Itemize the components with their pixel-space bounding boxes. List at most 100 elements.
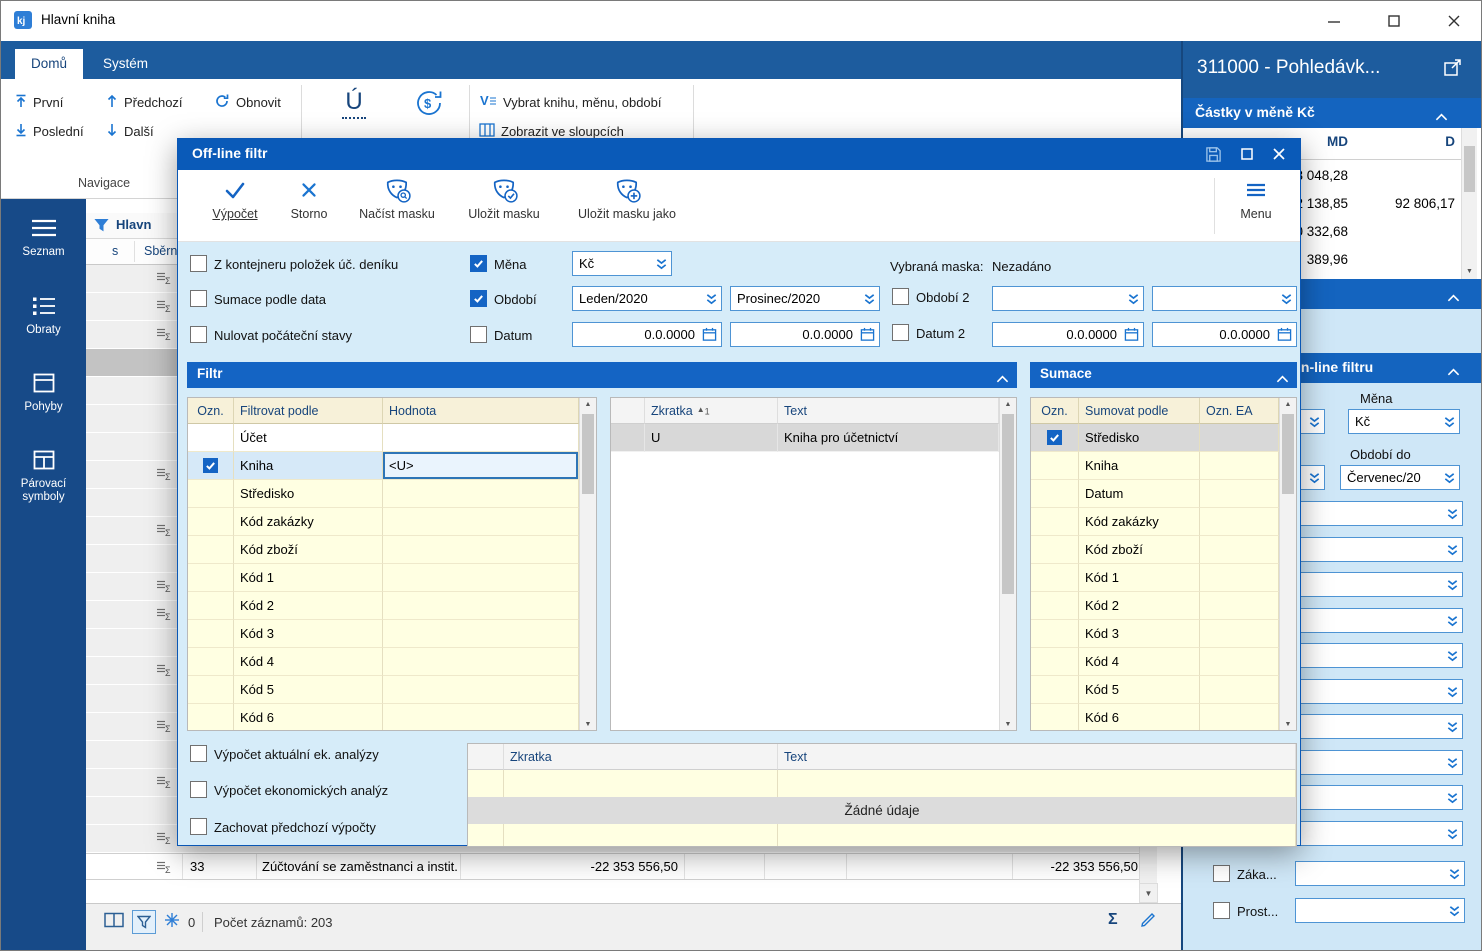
checkbox-cell[interactable]: [1031, 676, 1079, 704]
mena-combo[interactable]: Kč: [572, 251, 672, 276]
sum-row[interactable]: Kód 5: [1031, 676, 1279, 704]
close-button[interactable]: [1431, 1, 1477, 41]
value-cell[interactable]: [1200, 648, 1279, 676]
calendar-icon[interactable]: [1124, 327, 1139, 347]
label-cell[interactable]: Kód zakázky: [1079, 508, 1200, 536]
label-cell[interactable]: Kód 1: [234, 564, 383, 592]
row-checkbox[interactable]: [203, 458, 218, 473]
prostredek-checkbox[interactable]: [1213, 902, 1230, 919]
value-cell[interactable]: [383, 480, 579, 508]
datum2-to-field[interactable]: 0.0.0000: [1152, 322, 1297, 347]
sum-row[interactable]: Kniha: [1031, 452, 1279, 480]
label-cell[interactable]: Kód zboží: [234, 536, 383, 564]
table-row-33[interactable]: Σ 33 Zúčtování se zaměstnanci a instit. …: [86, 853, 1139, 880]
zakazka-checkbox[interactable]: [1213, 865, 1230, 882]
checkbox-cell[interactable]: [188, 648, 234, 676]
datum-to-field[interactable]: 0.0.0000: [730, 322, 880, 347]
close-icon[interactable]: [1268, 145, 1290, 163]
scroll-down-arrow[interactable]: ▼: [1462, 263, 1477, 279]
focused-value-cell[interactable]: <U>: [383, 452, 579, 480]
vypocet-button[interactable]: Výpočet: [198, 175, 272, 221]
checkbox-cell[interactable]: [1031, 648, 1079, 676]
datum2-from-field[interactable]: 0.0.0000: [992, 322, 1144, 347]
label-cell[interactable]: Kód 4: [234, 648, 383, 676]
filtr-row[interactable]: Účet: [188, 424, 579, 452]
scroll-down-arrow[interactable]: ▼: [580, 718, 596, 730]
label-cell[interactable]: Kód 2: [1079, 592, 1200, 620]
obdobi-do-combo[interactable]: Červenec/20: [1340, 465, 1460, 490]
value-cell[interactable]: [1200, 508, 1279, 536]
collapse-chevron-icon[interactable]: [1447, 363, 1460, 381]
minimize-button[interactable]: [1311, 1, 1357, 41]
value-cell[interactable]: [1200, 480, 1279, 508]
value-cell[interactable]: [383, 424, 579, 452]
datum2-checkbox[interactable]: [892, 324, 909, 341]
value-cell[interactable]: [1200, 564, 1279, 592]
label-cell[interactable]: Kód 3: [234, 620, 383, 648]
value-cell[interactable]: [1200, 704, 1279, 731]
sum-row[interactable]: Středisko: [1031, 424, 1279, 452]
nulovat-checkbox[interactable]: [190, 326, 207, 343]
label-cell[interactable]: Kód 1: [1079, 564, 1200, 592]
sum-row[interactable]: Kód 4: [1031, 648, 1279, 676]
sumace-table-scrollbar[interactable]: ▲ ▼: [1279, 398, 1296, 730]
freeze-icon[interactable]: [164, 912, 180, 928]
checkbox-cell[interactable]: [1031, 424, 1079, 452]
checkbox-cell[interactable]: [188, 424, 234, 452]
column-header-d[interactable]: D: [1351, 134, 1455, 149]
sumace-data-checkbox[interactable]: [190, 290, 207, 307]
checkbox-cell[interactable]: [1031, 480, 1079, 508]
value-cell[interactable]: [1200, 452, 1279, 480]
checkbox-cell[interactable]: [188, 508, 234, 536]
checkbox-cell[interactable]: [188, 704, 234, 731]
save-icon[interactable]: [1202, 145, 1224, 163]
filtr-row[interactable]: Kód zakázky: [188, 508, 579, 536]
scroll-down-arrow[interactable]: ▼: [1280, 718, 1296, 730]
checkbox-cell[interactable]: [1031, 452, 1079, 480]
value-cell[interactable]: [1200, 424, 1279, 452]
last-button[interactable]: Poslední: [15, 120, 84, 142]
label-cell[interactable]: U: [645, 424, 778, 452]
label-cell[interactable]: Kniha: [1079, 452, 1200, 480]
filtr-row[interactable]: Kód 5: [188, 676, 579, 704]
select-book-button[interactable]: V Vybrat knihu, měnu, období: [479, 91, 662, 113]
filtr-row[interactable]: Středisko: [188, 480, 579, 508]
filtr-section-header[interactable]: Filtr: [187, 362, 1017, 388]
save-mask-as-button[interactable]: Uložit masku jako: [560, 175, 694, 221]
value-cell[interactable]: [383, 508, 579, 536]
checkbox-cell[interactable]: [188, 452, 234, 480]
amounts-scrollbar[interactable]: ▼: [1461, 128, 1477, 279]
label-cell[interactable]: Kód zboží: [1079, 536, 1200, 564]
obdobi2-checkbox[interactable]: [892, 288, 909, 305]
collapse-chevron-icon[interactable]: [1447, 289, 1460, 307]
label-cell[interactable]: Kniha: [234, 452, 383, 480]
value-cell[interactable]: [383, 536, 579, 564]
label-cell[interactable]: Kód zakázky: [234, 508, 383, 536]
scroll-down-arrow[interactable]: ▼: [1139, 883, 1158, 903]
value-cell[interactable]: [383, 564, 579, 592]
column-header-ozn-ea[interactable]: Ozn. EA: [1200, 398, 1279, 424]
next-button[interactable]: Další: [106, 120, 154, 142]
filtr-row[interactable]: Kód 4: [188, 648, 579, 676]
sum-row[interactable]: Kód 2: [1031, 592, 1279, 620]
collapse-chevron-icon[interactable]: [996, 370, 1009, 388]
column-header-text[interactable]: Text: [778, 744, 1296, 770]
calendar-icon[interactable]: [1277, 327, 1292, 347]
first-button[interactable]: První: [15, 91, 63, 113]
value-cell[interactable]: [1200, 620, 1279, 648]
sidebar-item-pohyby[interactable]: Pohyby: [1, 373, 86, 414]
value-cell[interactable]: [383, 620, 579, 648]
column-header-ozn[interactable]: Ozn.: [188, 398, 234, 424]
amounts-panel-header[interactable]: Částky v měně Kč: [1183, 98, 1482, 128]
label-cell[interactable]: Kód 2: [234, 592, 383, 620]
checkbox-cell[interactable]: [1031, 704, 1079, 731]
value-cell[interactable]: [383, 648, 579, 676]
lookup-table-scrollbar[interactable]: ▲ ▼: [999, 398, 1016, 730]
filtr-row[interactable]: Kód zboží: [188, 536, 579, 564]
filter-active-icon[interactable]: [132, 910, 156, 934]
value-cell[interactable]: Kniha pro účetnictví: [778, 424, 999, 452]
mena-combo[interactable]: Kč: [1348, 409, 1460, 434]
obdobi-to-combo[interactable]: Prosinec/2020: [730, 286, 880, 311]
checkbox-cell[interactable]: [1031, 592, 1079, 620]
zakazka-combo[interactable]: [1295, 861, 1465, 886]
